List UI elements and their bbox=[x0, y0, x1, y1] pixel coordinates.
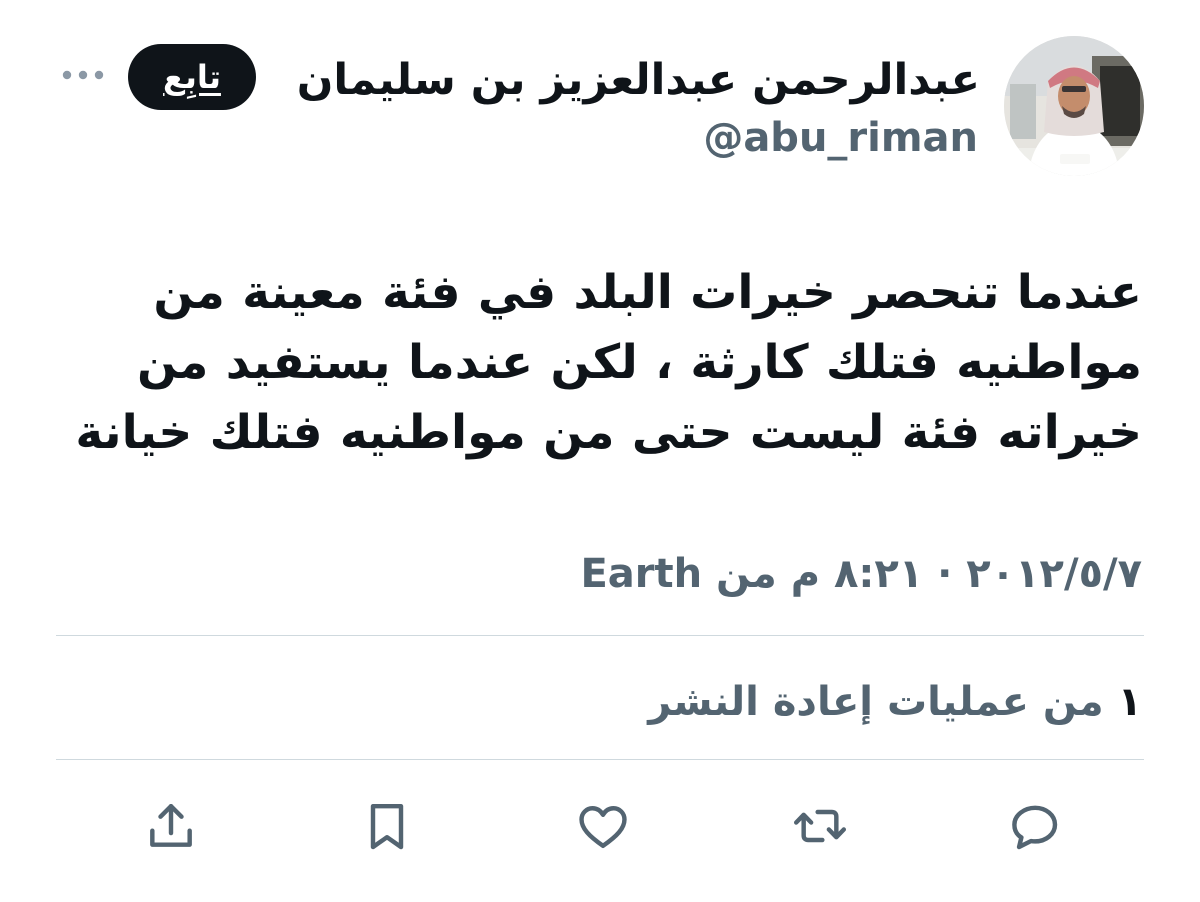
reply-icon[interactable] bbox=[1004, 796, 1064, 856]
user-handle[interactable]: @abu_riman bbox=[703, 110, 978, 166]
source-prefix: من bbox=[716, 551, 777, 597]
like-icon[interactable] bbox=[573, 796, 633, 856]
retweet-icon[interactable] bbox=[790, 796, 850, 856]
tweet-time[interactable]: ٨:٢١ م bbox=[791, 551, 924, 597]
tweet-meta: ٢٠١٢/٥/٧ · ٨:٢١ م من Earth bbox=[580, 544, 1142, 604]
divider-bottom bbox=[56, 759, 1144, 760]
retweet-label: من عمليات إعادة النشر bbox=[648, 679, 1104, 725]
retweet-stats[interactable]: ١ من عمليات إعادة النشر bbox=[648, 672, 1142, 732]
tweet-text: عندما تنحصر خيرات البلد في فئة معينة من … bbox=[75, 265, 1142, 460]
profile-photo-icon bbox=[1004, 36, 1144, 176]
share-icon[interactable] bbox=[141, 796, 201, 856]
display-name[interactable]: عبدالرحمن عبدالعزيز بن سليمان bbox=[297, 50, 980, 110]
tweet-date[interactable]: ٢٠١٢/٥/٧ bbox=[966, 551, 1142, 597]
meta-separator: · bbox=[937, 551, 953, 597]
divider-top bbox=[56, 635, 1144, 636]
avatar[interactable] bbox=[1004, 36, 1144, 176]
follow-button[interactable]: تابِع bbox=[128, 44, 256, 110]
tweet-source[interactable]: Earth bbox=[580, 551, 702, 597]
bookmark-icon[interactable] bbox=[357, 796, 417, 856]
retweet-count: ١ bbox=[1117, 679, 1142, 725]
more-dots-icon[interactable] bbox=[60, 60, 106, 90]
